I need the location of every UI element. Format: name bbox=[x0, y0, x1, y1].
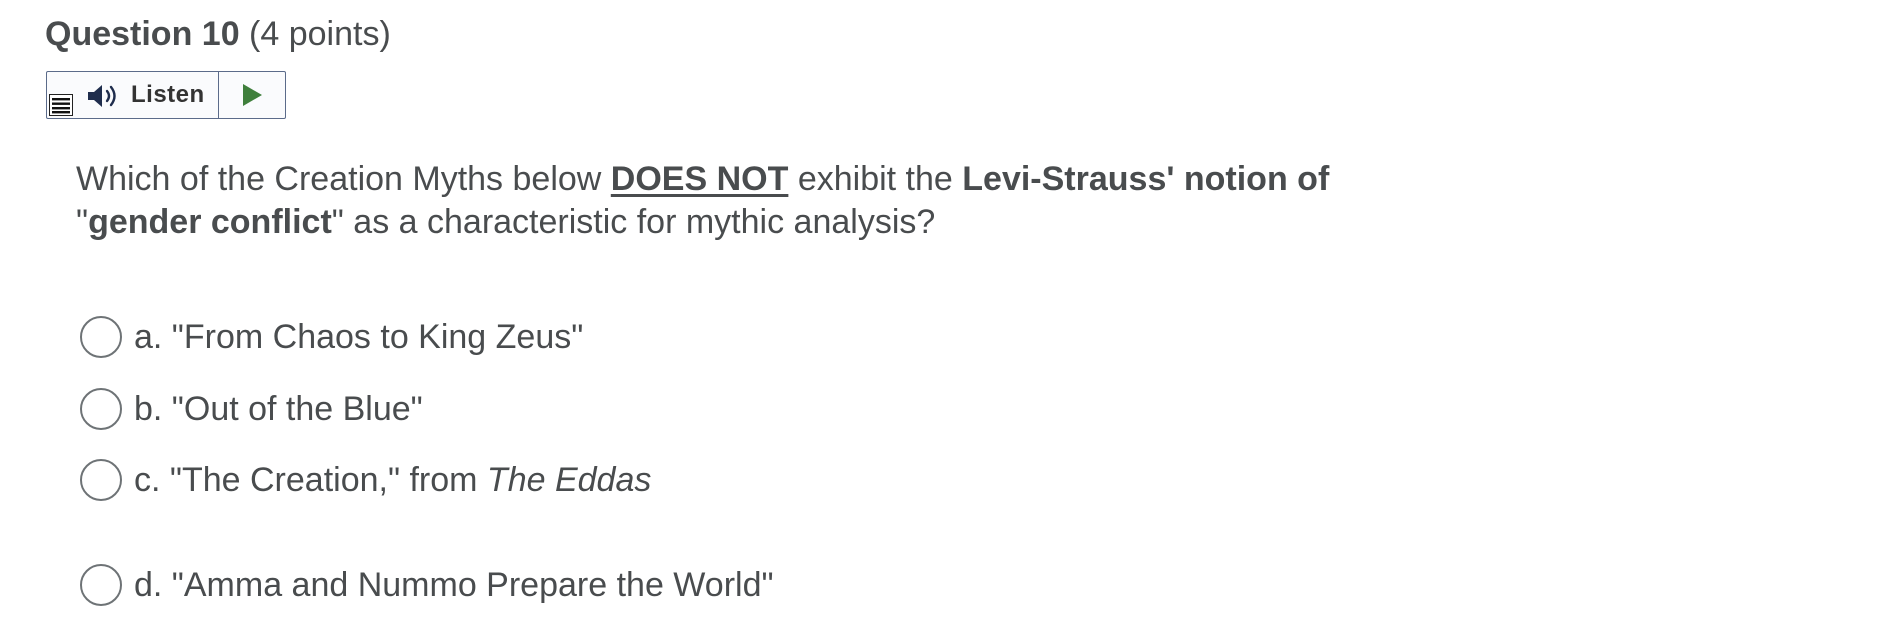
radio-button-b[interactable] bbox=[80, 388, 122, 430]
play-icon bbox=[243, 84, 262, 106]
option-label-c-text: c. "The Creation," from bbox=[134, 461, 487, 499]
prompt-text: exhibit the bbox=[788, 160, 963, 198]
radio-button-c[interactable] bbox=[80, 459, 122, 501]
answer-option-a[interactable]: a. "From Chaos to King Zeus" bbox=[80, 313, 583, 361]
option-label-b: b. "Out of the Blue" bbox=[134, 390, 423, 428]
question-header: Question 10 (4 points) bbox=[45, 12, 391, 56]
prompt-text: " bbox=[76, 203, 89, 241]
option-label-a: a. "From Chaos to King Zeus" bbox=[134, 318, 584, 356]
answer-option-d[interactable]: d. "Amma and Nummo Prepare the World" bbox=[80, 561, 774, 609]
listen-button[interactable]: Listen bbox=[47, 72, 219, 118]
question-prompt: Which of the Creation Myths below DOES N… bbox=[76, 158, 1376, 244]
read-aloud-toolbar: Listen bbox=[46, 71, 286, 119]
prompt-emphasis-notion: Levi-Strauss' notion of bbox=[962, 160, 1330, 198]
prompt-emphasis-gender: gender conflict bbox=[88, 203, 332, 241]
menu-icon[interactable] bbox=[49, 94, 73, 116]
listen-label: Listen bbox=[131, 81, 205, 108]
quiz-question-page: Question 10 (4 points) Listen Which of t… bbox=[0, 0, 1877, 635]
option-label-d: d. "Amma and Nummo Prepare the World" bbox=[134, 566, 774, 604]
question-points: (4 points) bbox=[239, 15, 391, 53]
radio-button-a[interactable] bbox=[80, 316, 122, 358]
play-button[interactable] bbox=[219, 72, 285, 118]
option-label-c-italic: The Eddas bbox=[486, 461, 652, 499]
radio-button-d[interactable] bbox=[80, 564, 122, 606]
prompt-emphasis-not: DOES NOT bbox=[610, 160, 789, 198]
speaker-icon bbox=[88, 85, 116, 107]
prompt-text: " as a characteristic for mythic analysi… bbox=[331, 203, 936, 241]
prompt-text: Which of the Creation Myths below bbox=[76, 160, 611, 198]
question-title: Question 10 bbox=[45, 15, 240, 53]
answer-option-b[interactable]: b. "Out of the Blue" bbox=[80, 385, 423, 433]
option-label-c: c. "The Creation," from The Eddas bbox=[134, 458, 651, 502]
answer-option-c[interactable]: c. "The Creation," from The Eddas bbox=[80, 456, 651, 504]
